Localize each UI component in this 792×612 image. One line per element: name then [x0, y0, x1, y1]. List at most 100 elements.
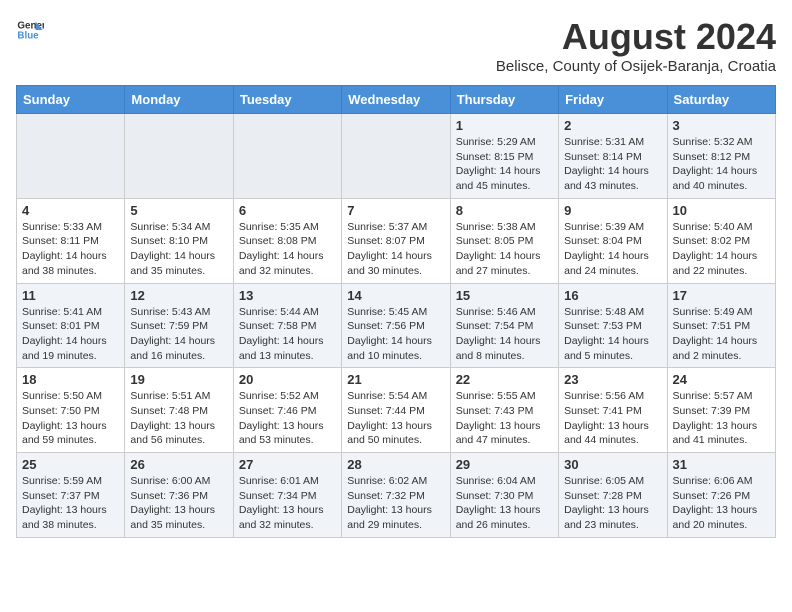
calendar-week-row: 4 Sunrise: 5:33 AM Sunset: 8:11 PM Daylig… [17, 198, 776, 283]
day-info: Sunrise: 6:01 AM Sunset: 7:34 PM Dayligh… [239, 474, 336, 533]
weekday-header-monday: Monday [125, 86, 233, 114]
calendar-cell: 24 Sunrise: 5:57 AM Sunset: 7:39 PM Dayli… [667, 368, 775, 453]
calendar-cell: 23 Sunrise: 5:56 AM Sunset: 7:41 PM Dayli… [559, 368, 667, 453]
day-number: 1 [456, 118, 553, 133]
day-info: Sunrise: 5:51 AM Sunset: 7:48 PM Dayligh… [130, 389, 227, 448]
day-number: 27 [239, 457, 336, 472]
day-info: Sunrise: 5:55 AM Sunset: 7:43 PM Dayligh… [456, 389, 553, 448]
calendar-cell: 31 Sunrise: 6:06 AM Sunset: 7:26 PM Dayli… [667, 453, 775, 538]
day-number: 12 [130, 288, 227, 303]
day-number: 28 [347, 457, 444, 472]
calendar-table: SundayMondayTuesdayWednesdayThursdayFrid… [16, 85, 776, 538]
calendar-cell: 11 Sunrise: 5:41 AM Sunset: 8:01 PM Dayli… [17, 283, 125, 368]
day-number: 26 [130, 457, 227, 472]
weekday-header-sunday: Sunday [17, 86, 125, 114]
day-info: Sunrise: 5:32 AM Sunset: 8:12 PM Dayligh… [673, 135, 770, 194]
day-number: 7 [347, 203, 444, 218]
weekday-header-thursday: Thursday [450, 86, 558, 114]
day-info: Sunrise: 6:00 AM Sunset: 7:36 PM Dayligh… [130, 474, 227, 533]
day-number: 20 [239, 372, 336, 387]
page-header: General Blue August 2024 Belisce, County… [16, 16, 776, 75]
day-number: 6 [239, 203, 336, 218]
day-info: Sunrise: 5:43 AM Sunset: 7:59 PM Dayligh… [130, 305, 227, 364]
day-info: Sunrise: 5:44 AM Sunset: 7:58 PM Dayligh… [239, 305, 336, 364]
day-info: Sunrise: 5:33 AM Sunset: 8:11 PM Dayligh… [22, 220, 119, 279]
day-info: Sunrise: 6:06 AM Sunset: 7:26 PM Dayligh… [673, 474, 770, 533]
calendar-cell: 19Sunrise: 5:51 AM Sunset: 7:48 PM Dayli… [125, 368, 233, 453]
calendar-cell: 4 Sunrise: 5:33 AM Sunset: 8:11 PM Daylig… [17, 198, 125, 283]
day-number: 9 [564, 203, 661, 218]
day-number: 25 [22, 457, 119, 472]
calendar-cell [125, 114, 233, 199]
calendar-cell [233, 114, 341, 199]
calendar-cell: 14 Sunrise: 5:45 AM Sunset: 7:56 PM Dayli… [342, 283, 450, 368]
day-number: 5 [130, 203, 227, 218]
calendar-cell: 6Sunrise: 5:35 AM Sunset: 8:08 PM Daylig… [233, 198, 341, 283]
calendar-cell: 1 Sunrise: 5:29 AM Sunset: 8:15 PM Daylig… [450, 114, 558, 199]
logo-icon: General Blue [16, 16, 44, 44]
calendar-cell [17, 114, 125, 199]
calendar-cell: 13 Sunrise: 5:44 AM Sunset: 7:58 PM Dayli… [233, 283, 341, 368]
weekday-header-friday: Friday [559, 86, 667, 114]
weekday-header-wednesday: Wednesday [342, 86, 450, 114]
calendar-cell: 30 Sunrise: 6:05 AM Sunset: 7:28 PM Dayli… [559, 453, 667, 538]
day-number: 2 [564, 118, 661, 133]
day-number: 10 [673, 203, 770, 218]
day-number: 31 [673, 457, 770, 472]
day-info: Sunrise: 5:41 AM Sunset: 8:01 PM Dayligh… [22, 305, 119, 364]
title-block: August 2024 Belisce, County of Osijek-Ba… [496, 16, 776, 75]
weekday-header-tuesday: Tuesday [233, 86, 341, 114]
day-number: 22 [456, 372, 553, 387]
calendar-cell [342, 114, 450, 199]
day-info: Sunrise: 5:57 AM Sunset: 7:39 PM Dayligh… [673, 389, 770, 448]
calendar-cell: 21 Sunrise: 5:54 AM Sunset: 7:44 PM Dayli… [342, 368, 450, 453]
day-number: 23 [564, 372, 661, 387]
location: Belisce, County of Osijek-Baranja, Croat… [496, 58, 776, 75]
day-info: Sunrise: 6:05 AM Sunset: 7:28 PM Dayligh… [564, 474, 661, 533]
day-info: Sunrise: 6:02 AM Sunset: 7:32 PM Dayligh… [347, 474, 444, 533]
day-info: Sunrise: 5:39 AM Sunset: 8:04 PM Dayligh… [564, 220, 661, 279]
day-info: Sunrise: 5:52 AM Sunset: 7:46 PM Dayligh… [239, 389, 336, 448]
day-info: Sunrise: 5:34 AM Sunset: 8:10 PM Dayligh… [130, 220, 227, 279]
day-info: Sunrise: 5:56 AM Sunset: 7:41 PM Dayligh… [564, 389, 661, 448]
day-info: Sunrise: 5:54 AM Sunset: 7:44 PM Dayligh… [347, 389, 444, 448]
calendar-cell: 16Sunrise: 5:48 AM Sunset: 7:53 PM Dayli… [559, 283, 667, 368]
day-info: Sunrise: 5:40 AM Sunset: 8:02 PM Dayligh… [673, 220, 770, 279]
calendar-cell: 3 Sunrise: 5:32 AM Sunset: 8:12 PM Daylig… [667, 114, 775, 199]
day-number: 11 [22, 288, 119, 303]
day-info: Sunrise: 5:46 AM Sunset: 7:54 PM Dayligh… [456, 305, 553, 364]
svg-text:Blue: Blue [17, 30, 39, 41]
day-number: 4 [22, 203, 119, 218]
day-number: 17 [673, 288, 770, 303]
day-info: Sunrise: 5:31 AM Sunset: 8:14 PM Dayligh… [564, 135, 661, 194]
calendar-cell: 2 Sunrise: 5:31 AM Sunset: 8:14 PM Daylig… [559, 114, 667, 199]
calendar-cell: 26 Sunrise: 6:00 AM Sunset: 7:36 PM Dayli… [125, 453, 233, 538]
day-number: 14 [347, 288, 444, 303]
day-info: Sunrise: 5:45 AM Sunset: 7:56 PM Dayligh… [347, 305, 444, 364]
calendar-cell: 20 Sunrise: 5:52 AM Sunset: 7:46 PM Dayli… [233, 368, 341, 453]
day-info: Sunrise: 5:50 AM Sunset: 7:50 PM Dayligh… [22, 389, 119, 448]
day-number: 16 [564, 288, 661, 303]
day-number: 29 [456, 457, 553, 472]
day-number: 30 [564, 457, 661, 472]
day-number: 3 [673, 118, 770, 133]
day-info: Sunrise: 5:29 AM Sunset: 8:15 PM Dayligh… [456, 135, 553, 194]
calendar-cell: 18 Sunrise: 5:50 AM Sunset: 7:50 PM Dayli… [17, 368, 125, 453]
weekday-header-saturday: Saturday [667, 86, 775, 114]
day-number: 13 [239, 288, 336, 303]
calendar-cell: 5 Sunrise: 5:34 AM Sunset: 8:10 PM Daylig… [125, 198, 233, 283]
calendar-week-row: 25Sunrise: 5:59 AM Sunset: 7:37 PM Dayli… [17, 453, 776, 538]
day-number: 24 [673, 372, 770, 387]
day-info: Sunrise: 6:04 AM Sunset: 7:30 PM Dayligh… [456, 474, 553, 533]
calendar-cell: 12 Sunrise: 5:43 AM Sunset: 7:59 PM Dayli… [125, 283, 233, 368]
day-info: Sunrise: 5:38 AM Sunset: 8:05 PM Dayligh… [456, 220, 553, 279]
logo: General Blue [16, 16, 44, 44]
day-number: 15 [456, 288, 553, 303]
calendar-cell: 29 Sunrise: 6:04 AM Sunset: 7:30 PM Dayli… [450, 453, 558, 538]
calendar-cell: 22 Sunrise: 5:55 AM Sunset: 7:43 PM Dayli… [450, 368, 558, 453]
calendar-cell: 9 Sunrise: 5:39 AM Sunset: 8:04 PM Daylig… [559, 198, 667, 283]
calendar-week-row: 18 Sunrise: 5:50 AM Sunset: 7:50 PM Dayli… [17, 368, 776, 453]
day-number: 18 [22, 372, 119, 387]
day-number: 21 [347, 372, 444, 387]
calendar-cell: 15 Sunrise: 5:46 AM Sunset: 7:54 PM Dayli… [450, 283, 558, 368]
